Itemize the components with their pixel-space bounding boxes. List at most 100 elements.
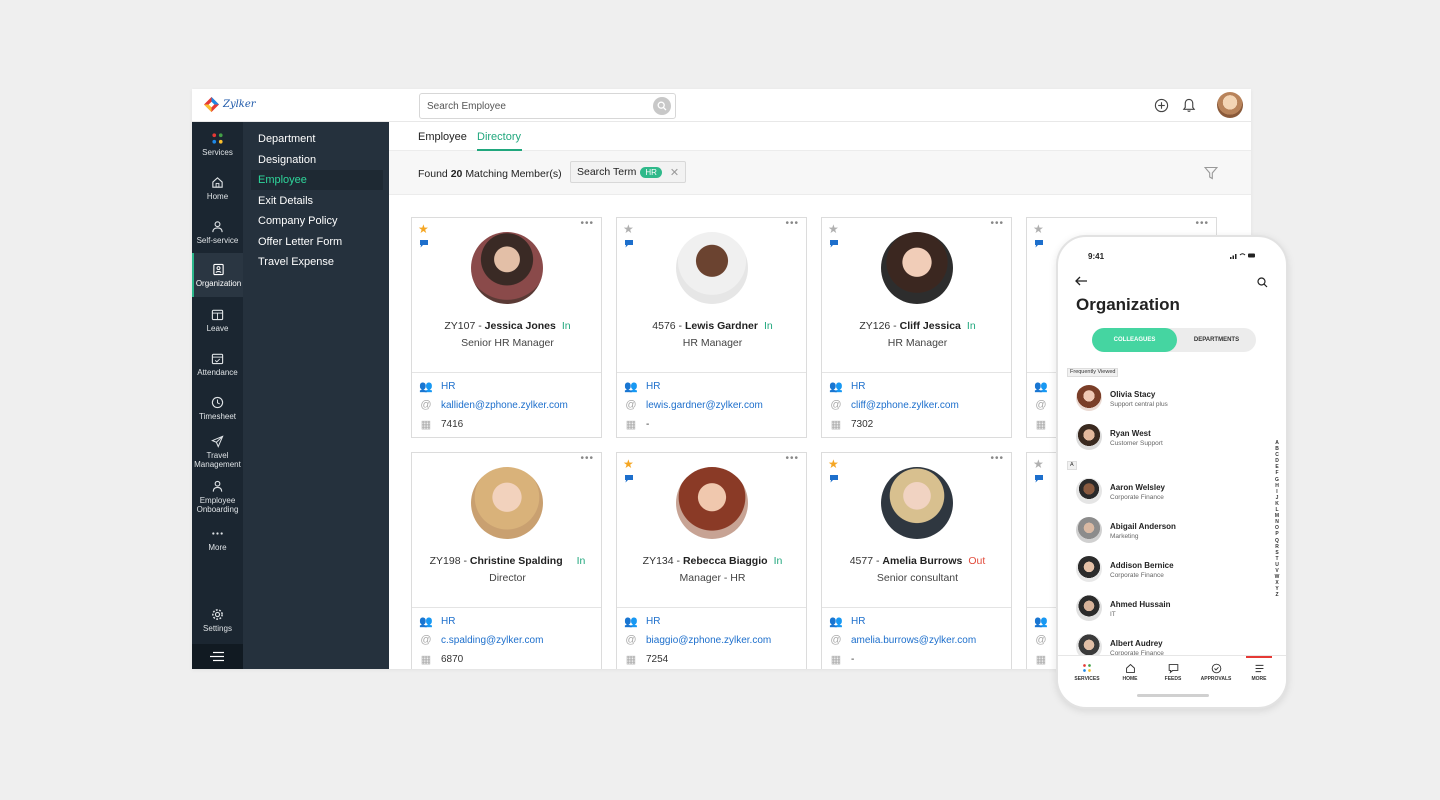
rail-item-settings[interactable]: Settings xyxy=(192,607,243,633)
contact-list-item[interactable]: Ahmed Hussain IT xyxy=(1076,595,1266,623)
card-menu-icon[interactable]: ••• xyxy=(990,453,1004,464)
department-link[interactable]: HR xyxy=(851,616,865,627)
employee-name[interactable]: Jessica Jones xyxy=(485,320,556,332)
employee-card[interactable]: ★ ••• ZY126 - Cliff Jessica In HR Manager… xyxy=(821,217,1012,438)
tab-employee[interactable]: Employee xyxy=(418,131,467,143)
rail-item-timesheet[interactable]: Timesheet xyxy=(192,395,243,421)
nav-item-home[interactable]: HOME xyxy=(1110,662,1150,682)
chat-icon[interactable] xyxy=(829,474,839,483)
employee-name[interactable]: Rebecca Biaggio xyxy=(683,555,768,567)
star-icon[interactable]: ★ xyxy=(418,223,429,235)
star-icon[interactable]: ★ xyxy=(623,223,634,235)
alphabet-letter[interactable]: Z xyxy=(1273,592,1281,598)
chat-icon[interactable] xyxy=(624,239,634,248)
email-link[interactable]: c.spalding@zylker.com xyxy=(441,635,543,646)
email-link[interactable]: cliff@zphone.zylker.com xyxy=(851,400,959,411)
nav-label: HOME xyxy=(1122,676,1138,682)
nav-item-feeds[interactable]: FEEDS xyxy=(1153,662,1193,682)
search-input[interactable] xyxy=(420,94,648,118)
search-term-chip: Search Term HR ✕ xyxy=(570,161,687,183)
submenu-item-department[interactable]: Department xyxy=(251,129,383,149)
chip-remove-button[interactable]: ✕ xyxy=(670,166,679,179)
chat-icon[interactable] xyxy=(1034,474,1044,483)
user-avatar[interactable] xyxy=(1217,92,1243,118)
email-link[interactable]: lewis.gardner@zylker.com xyxy=(646,400,763,411)
card-menu-icon[interactable]: ••• xyxy=(580,453,594,464)
logo[interactable]: Zylker xyxy=(204,97,256,112)
submenu-item-travel-expense[interactable]: Travel Expense xyxy=(251,252,383,272)
segment-departments[interactable]: DEPARTMENTS xyxy=(1177,328,1256,352)
employee-card[interactable]: ★ ••• ZY134 - Rebecca Biaggio In Manager … xyxy=(616,452,807,669)
card-menu-icon[interactable]: ••• xyxy=(1195,218,1209,229)
submenu-item-exit-details[interactable]: Exit Details xyxy=(251,191,383,211)
nav-item-more[interactable]: MORE xyxy=(1239,662,1279,682)
segment-colleagues[interactable]: COLLEAGUES xyxy=(1092,328,1177,352)
nav-item-services[interactable]: SERVICES xyxy=(1067,662,1107,682)
department-link[interactable]: HR xyxy=(646,616,660,627)
rail-item-self-service[interactable]: Self-service xyxy=(192,219,243,245)
collapse-menu-button[interactable] xyxy=(192,644,243,669)
chat-icon[interactable] xyxy=(419,239,429,248)
submenu-item-offer-letter-form[interactable]: Offer Letter Form xyxy=(251,232,383,252)
rail-item-employee-onboarding[interactable]: Employee Onboarding xyxy=(192,479,243,514)
submenu-item-company-policy[interactable]: Company Policy xyxy=(251,211,383,231)
employee-card[interactable]: ••• ZY198 - Christine Spalding In Directo… xyxy=(411,452,602,669)
star-icon[interactable]: ★ xyxy=(1033,223,1044,235)
rail-item-more[interactable]: More xyxy=(192,526,243,552)
star-icon[interactable]: ★ xyxy=(1033,458,1044,470)
nav-item-approvals[interactable]: APPROVALS xyxy=(1196,662,1236,682)
search-button[interactable] xyxy=(653,97,671,115)
rail-item-attendance[interactable]: Attendance xyxy=(192,351,243,377)
avatar xyxy=(1076,385,1102,411)
email-link[interactable]: biaggio@zphone.zylker.com xyxy=(646,635,771,646)
employee-name-line: ZY198 - Christine Spalding In xyxy=(429,555,586,567)
card-menu-icon[interactable]: ••• xyxy=(785,218,799,229)
star-icon[interactable]: ★ xyxy=(828,223,839,235)
alphabet-index[interactable]: ABCDEFGHIJKLMNOPQRSTUVWXYZ xyxy=(1273,440,1281,598)
chat-icon[interactable] xyxy=(624,474,634,483)
tab-directory[interactable]: Directory xyxy=(477,131,521,143)
contact-list-item[interactable]: Abigail Anderson Marketing xyxy=(1076,517,1266,545)
submenu-item-employee[interactable]: Employee xyxy=(251,170,383,190)
chat-icon[interactable] xyxy=(829,239,839,248)
contact-list-item[interactable]: Aaron Welsley Corporate Finance xyxy=(1076,478,1266,506)
rail-item-travel-management[interactable]: Travel Management xyxy=(192,434,243,469)
contact-list-item[interactable]: Olivia Stacy Support central plus xyxy=(1076,385,1266,413)
email-link[interactable]: kalliden@zphone.zylker.com xyxy=(441,400,568,411)
back-button[interactable] xyxy=(1075,275,1088,289)
at-icon: @ xyxy=(625,399,637,411)
card-menu-icon[interactable]: ••• xyxy=(785,453,799,464)
employee-name[interactable]: Amelia Burrows xyxy=(882,555,962,567)
card-menu-icon[interactable]: ••• xyxy=(990,218,1004,229)
department-link[interactable]: HR xyxy=(441,381,455,392)
department-link[interactable]: HR xyxy=(851,381,865,392)
employee-name[interactable]: Christine Spalding xyxy=(470,555,563,567)
filter-bar: Found 20 Matching Member(s) Search Term … xyxy=(389,151,1251,195)
rail-item-leave[interactable]: Leave xyxy=(192,307,243,333)
group-icon: 👥 xyxy=(829,380,843,393)
contact-list-item[interactable]: Addison Bernice Corporate Finance xyxy=(1076,556,1266,584)
section-header-a: A xyxy=(1067,461,1077,470)
phone-search-button[interactable] xyxy=(1257,275,1268,293)
rail-item-home[interactable]: Home xyxy=(192,175,243,201)
filter-button[interactable] xyxy=(1203,166,1219,185)
rail-item-organization[interactable]: Organization xyxy=(192,253,243,297)
department-link[interactable]: HR xyxy=(646,381,660,392)
employee-name[interactable]: Cliff Jessica xyxy=(900,320,961,332)
rail-item-services[interactable]: Services xyxy=(192,131,243,157)
employee-card[interactable]: ★ ••• ZY107 - Jessica Jones In Senior HR … xyxy=(411,217,602,438)
star-icon[interactable]: ★ xyxy=(623,458,634,470)
add-button[interactable] xyxy=(1153,97,1169,113)
email-link[interactable]: amelia.burrows@zylker.com xyxy=(851,635,976,646)
notifications-button[interactable] xyxy=(1181,97,1197,113)
department-link[interactable]: HR xyxy=(441,616,455,627)
card-menu-icon[interactable]: ••• xyxy=(580,218,594,229)
star-icon[interactable]: ★ xyxy=(828,458,839,470)
employee-name[interactable]: Lewis Gardner xyxy=(685,320,758,332)
employee-card[interactable]: ★ ••• 4576 - Lewis Gardner In HR Manager … xyxy=(616,217,807,438)
found-prefix: Found xyxy=(418,168,448,180)
employee-card[interactable]: ★ ••• 4577 - Amelia Burrows Out Senior co… xyxy=(821,452,1012,669)
chat-icon[interactable] xyxy=(1034,239,1044,248)
submenu-item-designation[interactable]: Designation xyxy=(251,150,383,170)
contact-list-item[interactable]: Ryan West Customer Support xyxy=(1076,424,1266,452)
